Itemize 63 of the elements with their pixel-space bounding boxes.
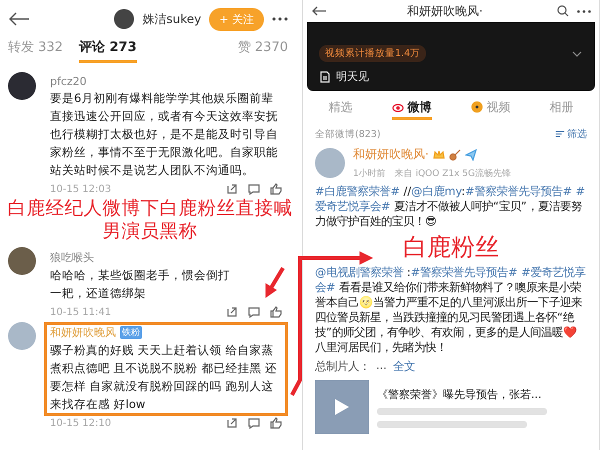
page-title: 和妍妍吹晚风· <box>407 2 483 20</box>
play-count-badge: 视频累计播放量1.4万 <box>319 45 426 62</box>
tab[interactable]: 转发 332 <box>8 38 63 63</box>
back-icon[interactable] <box>311 6 327 16</box>
paper-plane-icon <box>464 148 477 160</box>
profile-bio: 明天见 <box>336 69 369 84</box>
post-text: #白鹿警察荣誉# //@白鹿my:#警察荣誉先导预告# #爱奇艺悦享会# 夏洁才不做被人呵护“宝贝”，夏洁要努力做守护百姓的宝贝！😎 <box>315 184 586 229</box>
username[interactable]: 和妍妍吹晚风 <box>50 325 116 340</box>
comment-text: 哈哈哈，某些饭圈老手，惯会倒打一耙，还道德绑架 <box>50 267 231 302</box>
avatar <box>8 322 36 350</box>
credits-label: 总制片人： <box>315 359 370 374</box>
tab[interactable]: 相册 <box>550 97 574 120</box>
user-avatar <box>114 9 134 29</box>
comment-time: 10-15 12:10 <box>50 418 112 428</box>
like-icon <box>270 306 282 318</box>
crown-icon <box>432 148 445 160</box>
tab[interactable]: 微博 <box>392 97 432 120</box>
play-icon <box>334 398 350 416</box>
video-title[interactable]: 《警察荣誉》曝先导预告，张若... <box>377 386 547 402</box>
share-icon <box>226 417 238 429</box>
more-icon[interactable] <box>577 10 591 12</box>
tab[interactable]: 评论 273 <box>78 38 137 63</box>
annotation-caption: 白鹿经纪人微博下白鹿粉丝直接喊 <box>8 197 292 220</box>
eye-logo-icon <box>392 101 404 113</box>
post-count: 全部微博(823) <box>315 128 381 140</box>
comment-icon <box>248 306 260 318</box>
document-icon <box>319 70 331 82</box>
filter-button[interactable]: 筛选 <box>555 127 587 141</box>
ellipsis: ... <box>376 359 387 374</box>
search-icon <box>557 5 569 17</box>
video-thumbnail[interactable] <box>315 380 369 434</box>
post-meta: 1小时前 来自 iQOO Z1x 5G流畅先锋 <box>353 168 511 180</box>
like-icon <box>270 417 282 429</box>
tab[interactable]: 赞 2370 <box>238 38 288 63</box>
account-name: 姝洁sukey <box>142 10 202 28</box>
more-icon[interactable] <box>272 17 288 21</box>
follow-button[interactable]: + 关注 <box>209 8 264 30</box>
video-icon <box>470 101 482 113</box>
comment-time: 10-15 11:41 <box>50 306 112 318</box>
comment-text: 骡子粉真的好贱 天天上赶着认领 给自家蒸煮积点德吧 且不说脱不脱粉 都已经挂黑 还要怎样 自家就没有脱粉回踩的吗 跑别人这来找存在感 好low <box>50 342 278 413</box>
comment-time: 10-15 12:03 <box>50 184 112 194</box>
annotation-arrow <box>266 266 285 298</box>
back-icon[interactable] <box>8 12 30 26</box>
comment-text: 要是6月初刚有爆料能学学其他娱乐圈前辈直接迅速公开回应，或者有今天这效率安抚也行模糊打太极也好，是不是能及时引导自家粉丝，事情不至于无限激化吧。自家职能站关站时候不是说艺人团队不沟通吗。 <box>50 90 279 179</box>
annotation-label: 白鹿粉丝 <box>403 233 499 261</box>
like-icon <box>270 183 282 195</box>
avatar <box>8 247 36 275</box>
filter-icon <box>555 129 565 139</box>
tab[interactable]: 精选 <box>328 97 352 120</box>
share-icon <box>226 183 238 195</box>
username[interactable]: 狼吃喉头 <box>50 250 94 265</box>
share-icon <box>226 306 238 318</box>
fan-badge: 铁粉 <box>120 326 142 339</box>
comment-icon <box>248 417 260 429</box>
username[interactable]: pfcz20 <box>50 75 87 88</box>
avatar <box>8 72 36 100</box>
avatar <box>315 148 345 178</box>
annotation-caption: 男演员黑称 <box>102 220 198 243</box>
comment-icon <box>248 183 260 195</box>
post-author[interactable]: 和妍妍吹晚风· <box>353 146 429 163</box>
post-text: @电视剧警察荣誉 :#警察荣誉先导预告# #爱奇艺悦享会# 看看是谁又给你们带来新鲜物料了？噢原来是小荣誉本自己🌝当警力严重不足的八里河派出所一下子迎来四位警员新星，当跌跌撞撞的见习民警团遇上各怀“绝技”的师父团，有争吵、有欢闹，更多的是人间温暖❤八里河居民们，先睹为快！ <box>315 265 587 355</box>
full-text-link[interactable]: 全文 <box>392 359 415 374</box>
tab[interactable]: 视频 <box>470 97 510 120</box>
